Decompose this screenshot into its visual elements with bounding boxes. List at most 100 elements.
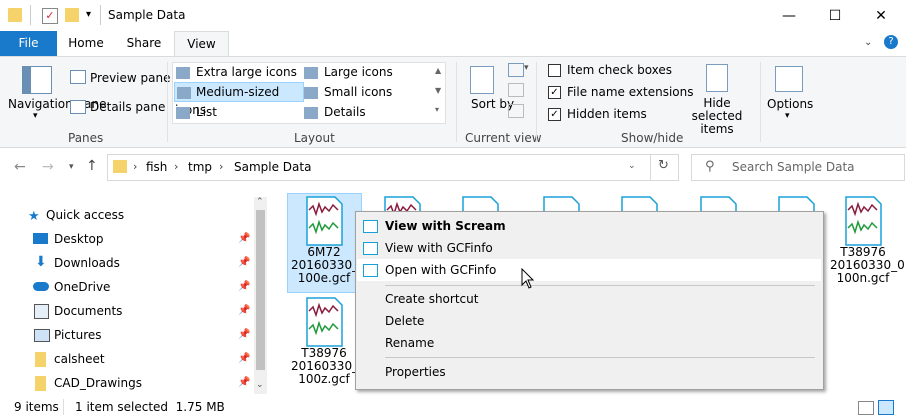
- tab-share[interactable]: Share: [118, 31, 170, 56]
- size-columns-icon[interactable]: [508, 104, 524, 118]
- breadcrumb-chevron-icon: ›: [174, 160, 179, 173]
- layout-item-label: List: [196, 105, 217, 119]
- gallery-scroll-down-icon[interactable]: ▼: [435, 86, 441, 95]
- refresh-icon[interactable]: ↻: [658, 158, 669, 173]
- breadcrumb-tmp[interactable]: tmp: [188, 160, 212, 174]
- menu-delete[interactable]: Delete: [385, 310, 685, 332]
- large-icons-view-icon[interactable]: [878, 400, 894, 415]
- details-view-icon[interactable]: [858, 401, 874, 415]
- maximize-button[interactable]: ☐: [812, 0, 858, 31]
- options-icon: [775, 66, 803, 92]
- close-button[interactable]: ✕: [858, 0, 904, 31]
- address-dropdown-icon[interactable]: ⌄: [628, 161, 636, 171]
- nav-item-desktop[interactable]: Desktop: [54, 228, 104, 250]
- sort-icon: [470, 66, 494, 94]
- back-arrow-icon[interactable]: ←: [14, 159, 26, 175]
- gallery-scroll-up-icon[interactable]: ▲: [435, 66, 441, 75]
- layout-extra-large-icons[interactable]: Extra large icons: [176, 63, 300, 81]
- group-by-icon[interactable]: [508, 63, 524, 77]
- file-item[interactable]: T38976 20160330_0 100n.gcf: [830, 196, 905, 285]
- group-label-panes: Panes: [68, 131, 104, 145]
- folder-icon: [35, 376, 46, 391]
- layout-item-label: Details: [324, 105, 366, 119]
- tab-home[interactable]: Home: [61, 31, 111, 56]
- file-name-extensions-label[interactable]: File name extensions: [567, 85, 694, 99]
- pin-icon[interactable]: 📌: [238, 353, 250, 364]
- properties-check-icon[interactable]: ✓: [42, 8, 58, 24]
- nav-item-calsheet[interactable]: calsheet: [54, 348, 105, 370]
- layout-small-icons[interactable]: Small icons: [304, 83, 428, 101]
- group-divider: [456, 62, 457, 142]
- pin-icon[interactable]: 📌: [238, 377, 250, 388]
- hide-selected-items-button[interactable]: Hide selected items: [682, 97, 752, 136]
- divider: [63, 399, 64, 415]
- minimize-button[interactable]: —: [766, 0, 812, 31]
- pin-icon[interactable]: 📌: [238, 257, 250, 268]
- window-title: Sample Data: [108, 8, 186, 22]
- nav-item-pictures[interactable]: Pictures: [54, 324, 102, 346]
- folder-icon: [35, 352, 46, 367]
- nav-item-cad-drawings[interactable]: CAD_Drawings: [54, 372, 142, 394]
- hide-selected-items-icon: [706, 64, 728, 92]
- scroll-thumb[interactable]: [256, 210, 265, 370]
- hidden-items-checkbox[interactable]: ✓: [548, 108, 561, 121]
- file-item[interactable]: 6M72 20160330_0 100e.gcf: [291, 196, 366, 285]
- collapse-ribbon-icon[interactable]: ⌄: [864, 37, 872, 48]
- item-check-boxes-label[interactable]: Item check boxes: [567, 63, 672, 77]
- file-name-line: 100z.gcf: [298, 372, 350, 386]
- chevron-down-icon: ▾: [785, 111, 790, 121]
- menu-view-with-scream[interactable]: View with Scream: [385, 215, 685, 237]
- layout-medium-icons[interactable]: Medium-sized icons: [174, 82, 304, 117]
- help-icon[interactable]: ?: [884, 35, 898, 49]
- navigation-pane-icon[interactable]: [22, 66, 52, 94]
- layout-large-icons[interactable]: Large icons: [304, 63, 428, 81]
- chevron-down-icon: ▾: [524, 63, 529, 73]
- tab-file[interactable]: File: [0, 31, 57, 56]
- file-item[interactable]: T38976 20160330_0 100z.gcf: [291, 297, 366, 386]
- group-label-current-view: Current view: [465, 131, 542, 145]
- pin-icon[interactable]: 📌: [238, 233, 250, 244]
- nav-item-downloads[interactable]: Downloads: [54, 252, 120, 274]
- divider: [30, 5, 31, 25]
- menu-open-with-gcfinfo[interactable]: Open with GCFinfo: [385, 259, 685, 281]
- group-divider: [760, 62, 761, 142]
- layout-item-label: Small icons: [324, 85, 393, 99]
- menu-rename[interactable]: Rename: [385, 332, 685, 354]
- preview-pane-icon: [70, 70, 86, 84]
- add-columns-icon[interactable]: [508, 83, 524, 97]
- layout-details[interactable]: Details: [304, 103, 428, 121]
- breadcrumb-sample-data[interactable]: Sample Data: [234, 160, 311, 174]
- mouse-cursor-icon: [521, 267, 535, 293]
- tab-view[interactable]: View: [174, 31, 229, 57]
- search-input[interactable]: Search Sample Data: [732, 160, 855, 174]
- customize-toolbar-icon[interactable]: ▾: [86, 9, 91, 20]
- item-check-boxes-checkbox[interactable]: [548, 64, 561, 77]
- menu-properties[interactable]: Properties: [385, 361, 685, 383]
- pin-icon[interactable]: 📌: [238, 281, 250, 292]
- nav-item-quick-access[interactable]: Quick access: [46, 204, 124, 226]
- divider: [650, 154, 651, 181]
- new-folder-icon[interactable]: [65, 8, 79, 22]
- scream-icon: [363, 220, 378, 233]
- file-name-extensions-checkbox[interactable]: ✓: [548, 86, 561, 99]
- pin-icon[interactable]: 📌: [238, 329, 250, 340]
- breadcrumb-fish[interactable]: fish: [146, 160, 167, 174]
- options-button[interactable]: Options: [767, 97, 813, 111]
- up-arrow-icon[interactable]: ↑: [86, 158, 98, 174]
- forward-arrow-icon[interactable]: →: [42, 159, 54, 175]
- scroll-down-icon[interactable]: ⌄: [256, 380, 264, 390]
- layout-list[interactable]: List: [176, 103, 300, 121]
- preview-pane-button[interactable]: Preview pane: [90, 71, 170, 85]
- gcfinfo-icon: [363, 264, 378, 277]
- menu-separator: [385, 357, 815, 358]
- pin-icon[interactable]: 📌: [238, 305, 250, 316]
- gallery-expand-icon[interactable]: ▾: [435, 105, 439, 114]
- hidden-items-label[interactable]: Hidden items: [567, 107, 647, 121]
- menu-create-shortcut[interactable]: Create shortcut: [385, 288, 685, 310]
- nav-item-documents[interactable]: Documents: [54, 300, 122, 322]
- recent-locations-icon[interactable]: ▾: [69, 162, 74, 172]
- nav-item-onedrive[interactable]: OneDrive: [54, 276, 110, 298]
- scroll-up-icon[interactable]: ⌃: [256, 197, 264, 207]
- details-pane-button[interactable]: Details pane: [90, 100, 165, 114]
- menu-view-with-gcfinfo[interactable]: View with GCFinfo: [385, 237, 685, 259]
